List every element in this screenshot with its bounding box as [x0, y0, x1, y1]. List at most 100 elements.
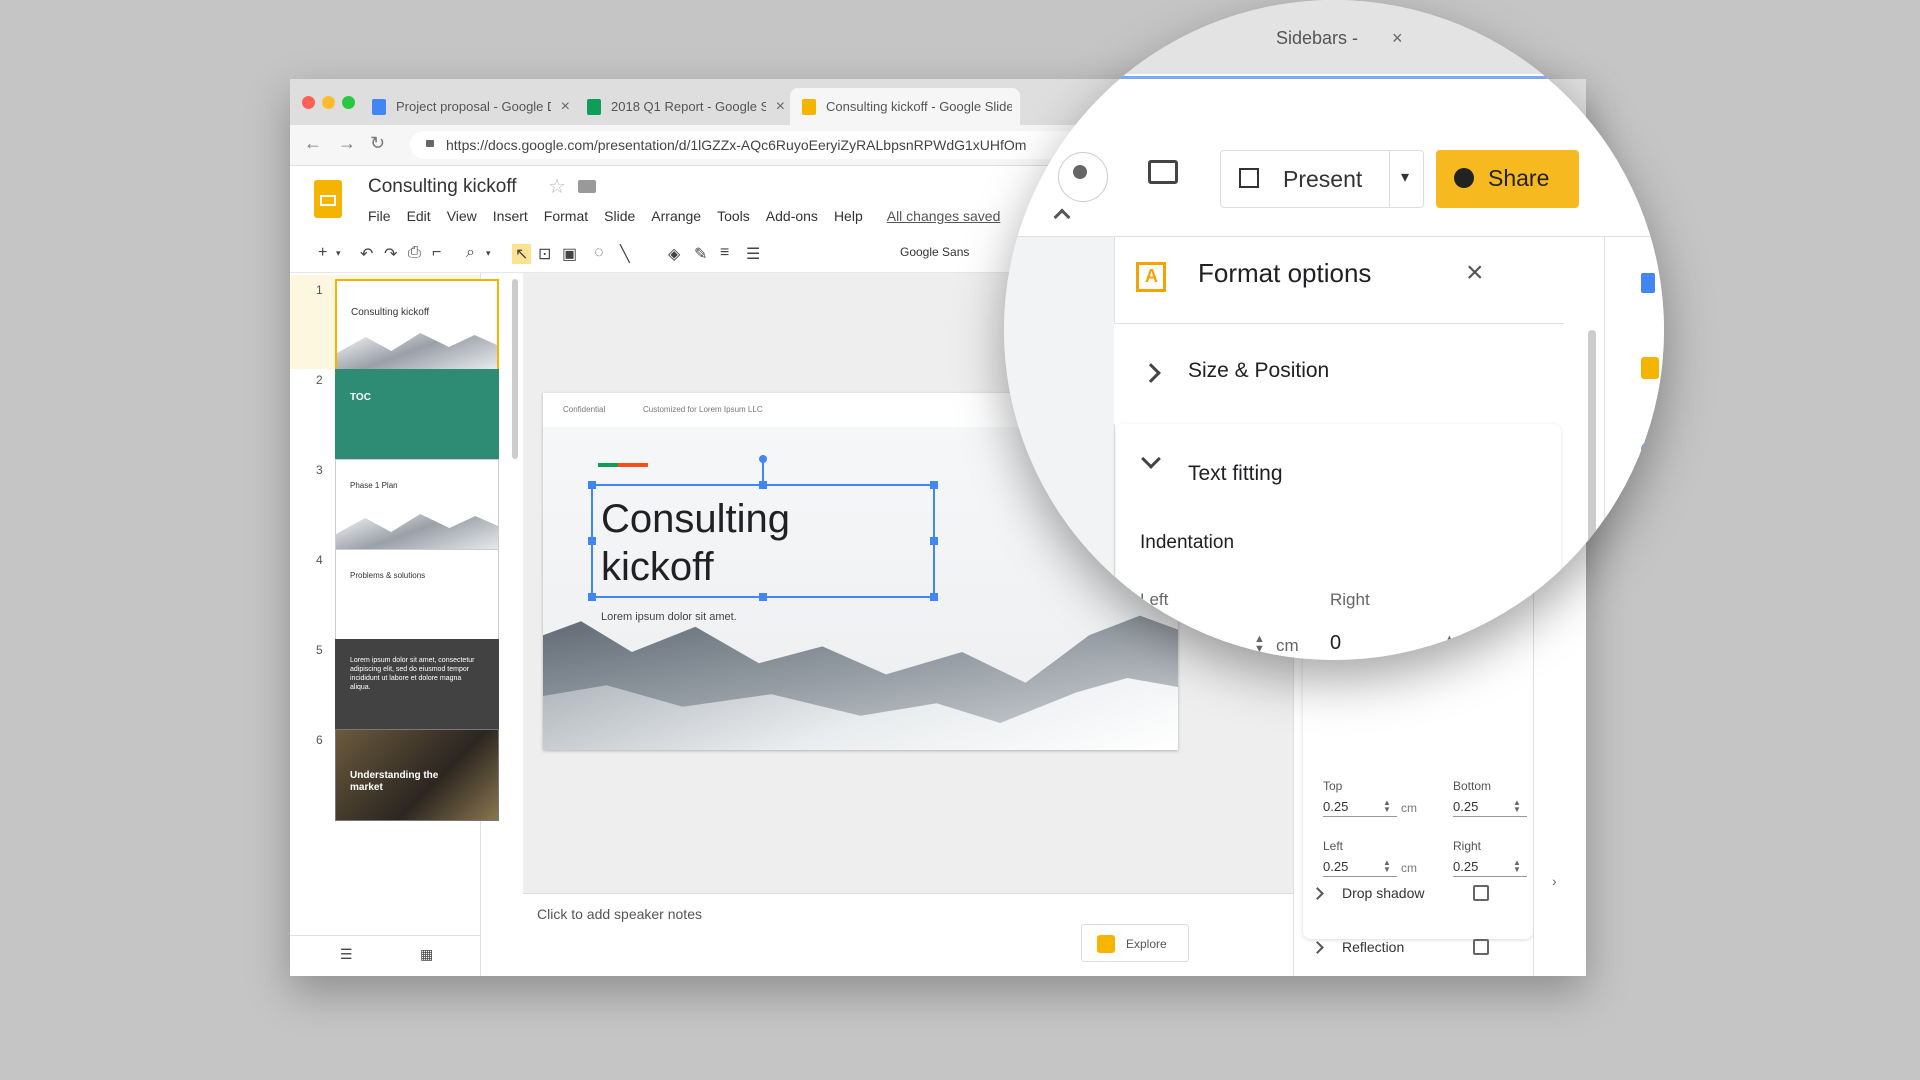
comment-icon[interactable]	[1148, 160, 1178, 184]
text-box-icon[interactable]: ⊡	[538, 244, 551, 264]
slide-thumbnail-5[interactable]: Lorem ipsum dolor sit amet, consectetur …	[335, 639, 499, 731]
shape-icon[interactable]: ◌	[594, 244, 604, 262]
slides-logo-icon[interactable]	[314, 180, 342, 218]
slide-header-left: Confidential	[563, 405, 606, 414]
close-tab-icon[interactable]: ×	[1392, 28, 1403, 49]
menu-slide[interactable]: Slide	[604, 208, 635, 224]
mountain-image	[337, 333, 497, 369]
size-position-section[interactable]: Size & Position	[1114, 324, 1564, 424]
image-icon[interactable]: ▣	[562, 244, 577, 264]
menu-arrange[interactable]: Arrange	[651, 208, 701, 224]
grid-view-icon[interactable]: ▦	[420, 946, 433, 963]
indent-right-stepper[interactable]: ▲ ▼	[1444, 634, 1455, 655]
filmstrip-scrollbar[interactable]	[512, 279, 518, 459]
tasks-icon[interactable]	[1641, 441, 1659, 459]
zoom-icon[interactable]: ⌕	[466, 244, 475, 262]
resize-handle[interactable]	[930, 537, 938, 545]
selection-box[interactable]	[591, 484, 935, 598]
font-selector[interactable]: Google Sans	[900, 245, 969, 259]
expand-side-panel-icon[interactable]: ›	[1552, 873, 1557, 889]
tab-sheets[interactable]: 2018 Q1 Report - Google Sheets ×	[575, 88, 785, 125]
border-dash-icon[interactable]: ☰	[746, 244, 760, 264]
document-title[interactable]: Consulting kickoff	[368, 176, 517, 198]
fill-color-icon[interactable]: ◈	[668, 244, 680, 264]
sheets-icon	[587, 98, 601, 115]
menu-view[interactable]: View	[447, 208, 477, 224]
indent-left-input[interactable]	[1140, 634, 1250, 660]
star-icon[interactable]: ☆	[548, 174, 566, 199]
slide-number: 5	[316, 643, 323, 657]
padding-bottom-stepper[interactable]: ▲ ▼	[1513, 799, 1521, 814]
padding-right-stepper[interactable]: ▲ ▼	[1513, 859, 1521, 874]
filmstrip-view-icon[interactable]: ☰	[340, 946, 353, 963]
drop-shadow-row[interactable]: Drop shadow	[1311, 885, 1425, 901]
rotate-handle[interactable]	[759, 455, 767, 463]
close-panel-icon[interactable]: ×	[1466, 256, 1484, 290]
border-weight-icon[interactable]: ≡	[720, 244, 729, 262]
slide-thumbnail-6[interactable]: Understanding the market	[335, 729, 499, 821]
resize-handle[interactable]	[759, 593, 767, 601]
tab-slides[interactable]: Consulting kickoff - Google Slides	[790, 88, 1020, 125]
redo-icon[interactable]: ↷	[384, 244, 397, 264]
text-fitting-header[interactable]: Text fitting	[1188, 462, 1283, 486]
menu-tools[interactable]: Tools	[717, 208, 750, 224]
menu-help[interactable]: Help	[834, 208, 863, 224]
chevron-down-icon[interactable]	[1141, 449, 1161, 469]
slide-thumbnail-2[interactable]: TOC	[335, 369, 499, 461]
close-tab-icon[interactable]: ×	[776, 98, 785, 116]
menu-file[interactable]: File	[368, 208, 391, 224]
indent-right-input[interactable]: 0	[1330, 632, 1440, 660]
indent-left-stepper[interactable]: ▲ ▼	[1254, 634, 1265, 655]
slide-subtitle[interactable]: Lorem ipsum dolor sit amet.	[601, 611, 737, 623]
menu-insert[interactable]: Insert	[493, 208, 528, 224]
slide-thumbnail-1[interactable]: Consulting kickoff	[335, 279, 499, 371]
resize-handle[interactable]	[930, 593, 938, 601]
reload-icon[interactable]: ↻	[370, 133, 385, 154]
share-person-icon	[1454, 168, 1474, 188]
minimize-window-icon[interactable]	[322, 96, 335, 109]
print-icon[interactable]: ⎙	[408, 244, 421, 262]
resize-handle[interactable]	[588, 537, 596, 545]
present-button[interactable]: Present ▾	[1220, 150, 1424, 208]
resize-handle[interactable]	[588, 481, 596, 489]
resize-handle[interactable]	[588, 593, 596, 601]
back-icon[interactable]: ←	[304, 133, 322, 154]
slide-thumbnail-3[interactable]: Phase 1 Plan	[335, 459, 499, 551]
share-button[interactable]: Share	[1436, 150, 1579, 208]
folder-icon[interactable]	[578, 180, 596, 193]
border-color-icon[interactable]: ✎	[694, 244, 707, 264]
tab-docs[interactable]: Project proposal - Google Docs ×	[360, 88, 570, 125]
speaker-notes[interactable]: Click to add speaker notes Explore	[523, 893, 1293, 976]
keep-icon[interactable]	[1641, 357, 1659, 379]
calendar-icon[interactable]	[1641, 273, 1655, 293]
explore-icon	[1097, 935, 1115, 953]
new-slide-dropdown-icon[interactable]: ▾	[336, 248, 341, 259]
padding-top-stepper[interactable]: ▲ ▼	[1383, 799, 1391, 814]
close-window-icon[interactable]	[302, 96, 315, 109]
undo-icon[interactable]: ↶	[360, 244, 373, 264]
present-dropdown-icon[interactable]: ▾	[1401, 167, 1409, 187]
slide-number: 2	[316, 373, 323, 387]
zoom-dropdown-icon[interactable]: ▾	[486, 248, 491, 259]
drop-shadow-checkbox[interactable]	[1473, 885, 1489, 901]
close-tab-icon[interactable]: ×	[561, 98, 570, 116]
panel-scrollbar[interactable]	[1588, 330, 1596, 650]
meet-icon[interactable]	[1058, 152, 1108, 202]
menu-addons[interactable]: Add-ons	[766, 208, 818, 224]
menu-edit[interactable]: Edit	[407, 208, 431, 224]
forward-icon[interactable]: →	[338, 133, 356, 154]
padding-left-stepper[interactable]: ▲ ▼	[1383, 859, 1391, 874]
reflection-checkbox[interactable]	[1473, 939, 1489, 955]
reflection-row[interactable]: Reflection	[1311, 939, 1404, 955]
resize-handle[interactable]	[930, 481, 938, 489]
explore-button[interactable]: Explore	[1081, 924, 1189, 962]
present-icon	[1239, 168, 1259, 188]
paint-format-icon[interactable]: ⌐	[432, 244, 441, 262]
save-status[interactable]: All changes saved	[887, 208, 1001, 224]
slide-thumbnail-4[interactable]: Problems & solutions	[335, 549, 499, 641]
new-slide-icon[interactable]: +	[318, 244, 327, 262]
maximize-window-icon[interactable]	[342, 96, 355, 109]
select-icon[interactable]: ↖	[512, 244, 532, 264]
menu-format[interactable]: Format	[544, 208, 588, 224]
line-icon[interactable]: ╲	[620, 244, 630, 264]
